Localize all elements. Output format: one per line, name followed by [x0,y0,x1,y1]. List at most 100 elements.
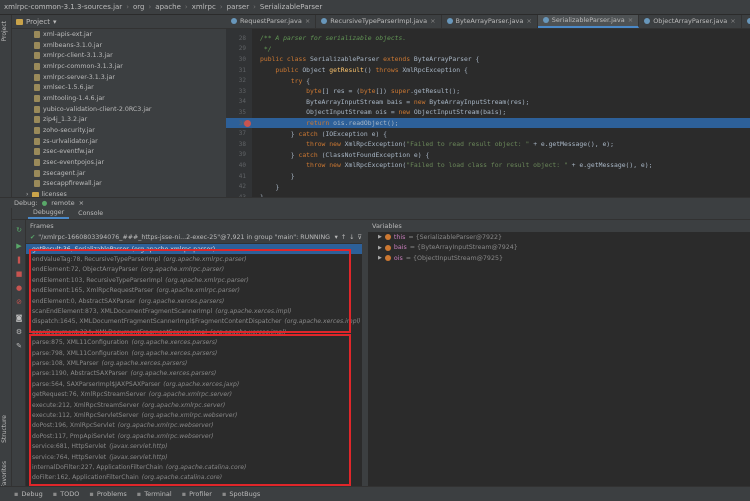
code-line[interactable]: 35 ObjectInputStream ois = new ObjectInp… [226,107,750,118]
project-tree-item[interactable]: zoho-security.jar [12,125,226,136]
editor-tab[interactable]: ObjectArrayParser.java × [639,15,742,28]
tool-window-button[interactable]: ▪ SpotBugs [222,490,260,498]
stop-icon[interactable]: ■ [15,270,23,278]
project-tree-item[interactable]: xmltooling-1.4.6.jar [12,93,226,104]
expand-icon[interactable]: ▶ [378,245,382,251]
project-tree-item[interactable]: xmlrpc-server-3.1.3.jar [12,72,226,83]
code-token: catch [298,150,322,159]
pin-icon[interactable]: ✎ [15,342,23,350]
close-icon[interactable]: × [305,17,310,25]
close-icon[interactable]: × [79,199,84,207]
project-tree-item[interactable]: xmlsec-1.5.6.jar [12,82,226,93]
thread-selector[interactable]: ✔ "/xmlrpc-1660803394076_###_https-jsse-… [26,232,362,244]
line-number[interactable]: 42 [226,183,248,190]
camera-icon[interactable]: ◙ [15,314,23,322]
project-tree-item[interactable]: xmlbeans-3.1.0.jar [12,40,226,51]
code-line[interactable]: 34 ByteArrayInputStream bais = new ByteA… [226,97,750,108]
project-tree-item[interactable]: zip4j_1.3.2.jar [12,115,226,126]
editor-tab[interactable]: ByteArrayParser.java × [442,15,538,28]
variable-row[interactable]: ▶ this = {SerializableParser@7922} [368,232,750,243]
tool-window-button[interactable]: ▪ Profiler [182,490,212,498]
arrow-down-icon[interactable]: ↓ [349,234,354,241]
variable-row[interactable]: ▶ ois = {ObjectInputStream@7925} [368,253,750,264]
code-line[interactable]: 40 throw new XmlRpcException("Failed to … [226,160,750,171]
variable-row[interactable]: ▶ bais = {ByteArrayInputStream@7924} [368,243,750,254]
close-icon[interactable]: × [730,17,735,25]
line-number[interactable]: 31 [226,67,248,74]
structure-tool-tab[interactable]: Structure [1,415,8,443]
code-line[interactable]: 30 public class SerializableParser extend… [226,54,750,65]
line-number[interactable]: 40 [226,162,248,169]
tool-window-button[interactable]: ▪ Terminal [137,490,172,498]
code-line[interactable]: 28 /** A parser for serializable objects. [226,33,750,44]
expand-icon[interactable]: ▶ [378,234,382,240]
project-tree-item[interactable]: zsec-eventfw.jar [12,147,226,158]
line-number[interactable]: 33 [226,88,248,95]
pause-icon[interactable]: ❚ [15,256,23,264]
rerun-icon[interactable]: ↻ [15,226,23,234]
favorites-tool-tab[interactable]: Favorites [1,461,8,488]
tool-window-button[interactable]: ▪ TODO [53,490,80,498]
close-icon[interactable]: × [430,17,435,25]
line-number[interactable]: 34 [226,98,248,105]
line-number[interactable]: 30 [226,56,248,63]
chevron-down-icon[interactable]: ▾ [335,234,338,241]
chevron-down-icon[interactable]: ▾ [53,18,57,26]
code-line[interactable]: 38 throw new XmlRpcException("Failed to … [226,139,750,150]
breadcrumb-item[interactable]: parser [227,3,249,11]
project-tree-item[interactable]: zsecappfirewall.jar [12,179,226,190]
project-panel-header[interactable]: Project ▾ [12,15,226,29]
tool-window-button[interactable]: ▪ Debug [14,490,43,498]
breadcrumb-item[interactable]: org [133,3,144,11]
project-tree-item[interactable]: xmlrpc-common-3.1.3.jar [12,61,226,72]
arrow-up-icon[interactable]: ↑ [341,234,346,241]
code-line[interactable]: 32 try { [226,75,750,86]
breadcrumb-item[interactable]: apache [155,3,181,11]
code-line[interactable]: 36 return ois.readObject(); [226,117,750,129]
editor-tab[interactable]: SerializableParser.java × [537,15,640,28]
breadcrumb-item[interactable]: xmlrpc-common-3.1.3-sources.jar [4,3,122,11]
line-number[interactable]: 32 [226,77,248,84]
code-editor[interactable]: 28 /** A parser for serializable objects.… [226,29,750,197]
line-number[interactable]: 38 [226,141,248,148]
code-line[interactable]: 41 } [226,171,750,182]
code-line[interactable]: 37 } catch (IOException e) { [226,128,750,139]
line-number[interactable]: 35 [226,109,248,116]
editor-tab[interactable]: MapParser.java× [742,15,750,28]
breakpoint-icon[interactable] [244,119,251,127]
editor-tab[interactable]: RecursiveTypeParserImpl.java × [316,15,442,28]
resume-icon[interactable]: ▶ [15,242,23,250]
code-line[interactable]: 29 */ [226,44,750,55]
code-line[interactable]: 33 byte[] res = (byte[]) super.getResult… [226,86,750,97]
breadcrumb-item[interactable]: xmlrpc [192,3,216,11]
code-line[interactable]: 31 public Object getResult() throws XmlR… [226,65,750,76]
code-token: "Failed to read result object: " [406,140,534,149]
settings-icon[interactable]: ⚙ [15,328,23,336]
line-number[interactable]: 39 [226,151,248,158]
view-breakpoints-icon[interactable]: ● [15,284,23,292]
project-tree-item[interactable]: zsec-eventpojos.jar [12,157,226,168]
editor-tab[interactable]: RequestParser.java × [226,15,317,28]
close-icon[interactable]: × [526,17,531,25]
project-tree-item[interactable]: yubico-validation-client-2.0RC3.jar [12,104,226,115]
line-number[interactable]: 28 [226,35,248,42]
debug-tab[interactable]: Debugger [28,208,70,219]
expand-icon[interactable]: ▶ [378,255,382,261]
tool-window-button[interactable]: ▪ Problems [89,490,126,498]
project-tree-item[interactable]: xmlrpc-client-3.1.3.jar [12,50,226,61]
project-tool-tab[interactable]: Project [1,21,8,42]
project-tree-item[interactable]: › licenses [12,189,226,197]
line-number[interactable]: 41 [226,173,248,180]
project-tree-item[interactable]: zs-urlvalidator.jar [12,136,226,147]
project-tree-item[interactable]: zsecagent.jar [12,168,226,179]
debug-tab[interactable]: Console [73,209,108,218]
project-tree-item[interactable]: xml-apis-ext.jar [12,29,226,40]
close-icon[interactable]: × [628,16,633,24]
breadcrumb-item[interactable]: SerializableParser [260,3,322,11]
code-line[interactable]: 39 } catch (ClassNotFoundException e) { [226,150,750,161]
mute-breakpoints-icon[interactable]: ⊘ [15,298,23,306]
line-number[interactable]: 37 [226,130,248,137]
debug-config-tab[interactable]: remote [51,199,74,207]
code-line[interactable]: 42 } [226,181,750,192]
line-number[interactable]: 29 [226,45,248,52]
